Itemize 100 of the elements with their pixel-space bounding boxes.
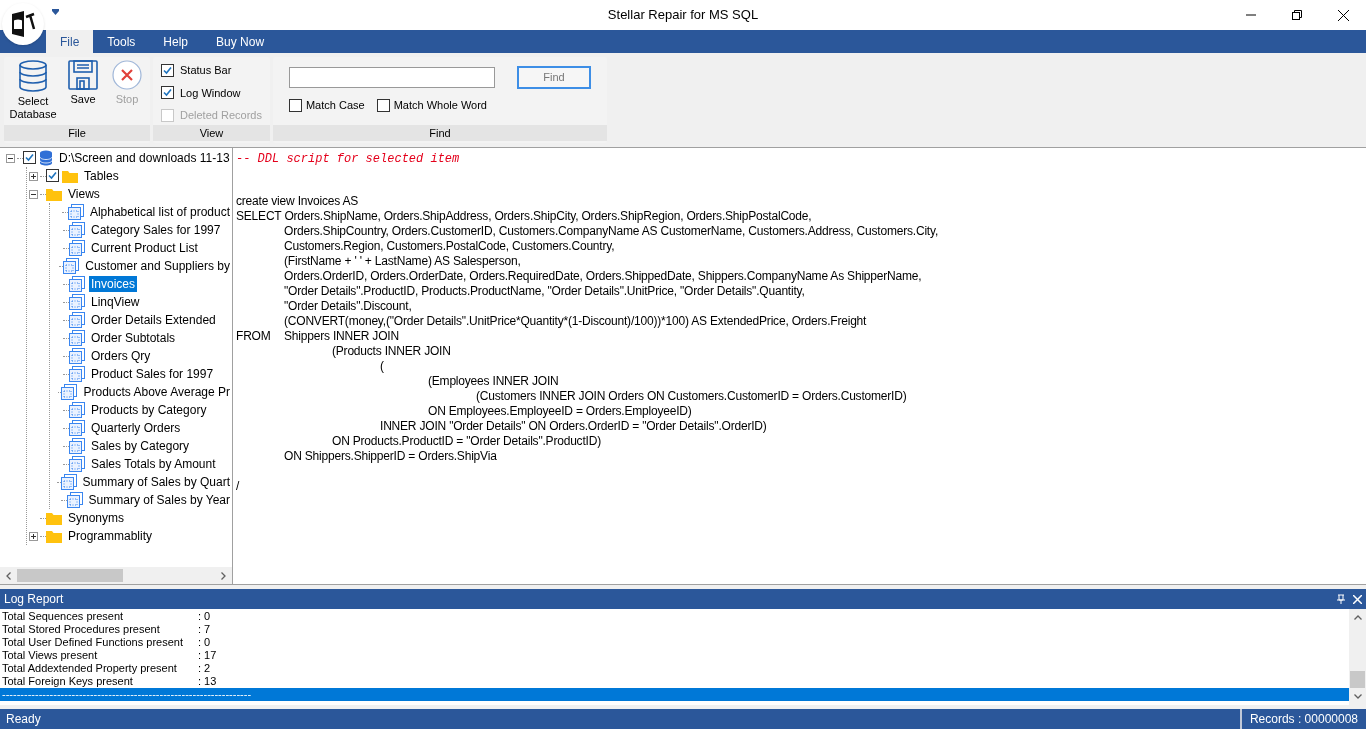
folder-icon xyxy=(62,169,78,183)
code-line: (CONVERT(money,("Order Details".UnitPrice*Quantity*(1-Discount)/100))*100) AS ExtendedPrice, Orders.Freight xyxy=(283,314,868,329)
status-records: Records : 00000008 xyxy=(1239,709,1366,729)
scroll-up-icon[interactable] xyxy=(1353,615,1362,620)
status-text: Ready xyxy=(5,711,42,728)
collapse-icon[interactable] xyxy=(29,189,38,199)
log-line: Total Views present : 17 xyxy=(1,649,218,662)
code-line: "Order Details".ProductID, Products.ProductName, "Order Details".UnitPrice, "Order Details".Quantity, xyxy=(283,284,806,299)
tree-item[interactable]: Summary of Sales by Year xyxy=(86,492,232,508)
checkbox[interactable] xyxy=(288,98,302,112)
checkbox[interactable] xyxy=(46,169,59,182)
checkbox-label: Match Whole Word xyxy=(393,98,487,113)
collapse-icon[interactable] xyxy=(6,153,15,163)
tree-item[interactable]: LinqView xyxy=(89,294,142,310)
menu-tab[interactable]: File xyxy=(46,30,94,53)
scroll-right-icon[interactable] xyxy=(221,571,226,580)
pin-icon[interactable] xyxy=(1337,594,1345,604)
tree-item[interactable]: Views xyxy=(66,186,102,202)
view-icon xyxy=(69,438,85,454)
view-icon xyxy=(66,492,83,508)
code-line: (FirstName + ' ' + LastName) AS Salesperson, xyxy=(283,254,522,269)
folder-icon xyxy=(46,187,62,201)
code-line: create view Invoices AS xyxy=(236,194,360,209)
tree-item[interactable]: Customer and Suppliers by xyxy=(83,258,232,274)
checkbox[interactable] xyxy=(376,98,390,112)
view-icon xyxy=(69,276,85,292)
tree-item[interactable]: Sales by Category xyxy=(89,438,192,454)
tree-item[interactable]: Invoices xyxy=(89,276,138,292)
ribbon-button[interactable]: Select Database xyxy=(7,60,59,125)
folder-icon xyxy=(46,511,62,525)
tree-item[interactable]: D:\Screen and downloads 11-13 xyxy=(57,150,232,166)
tree-item[interactable]: Synonyms xyxy=(66,510,127,526)
search-field[interactable] xyxy=(288,67,495,88)
horizontal-scrollbar[interactable] xyxy=(0,567,232,584)
view-icon xyxy=(69,348,85,364)
code-line: Customers.Region, Customers.PostalCode, Customers.Country, xyxy=(283,239,616,254)
code-line: ( xyxy=(379,359,385,374)
tree-item[interactable]: Quarterly Orders xyxy=(89,420,183,436)
checkbox-label: Deleted Records xyxy=(180,108,262,123)
tree-item[interactable]: Current Product List xyxy=(89,240,200,256)
view-icon xyxy=(69,312,85,328)
script-comment: -- DDL script for selected item xyxy=(236,151,461,168)
menu-tab[interactable]: Tools xyxy=(93,30,150,53)
tree-item[interactable]: Sales Totals by Amount xyxy=(89,456,218,472)
code-line: ON Products.ProductID = "Order Details".ProductID) xyxy=(331,434,602,449)
code-line: / xyxy=(236,479,241,494)
code-line: Orders.ShipCountry, Orders.CustomerID, Customers.CompanyName AS CustomerName, Customers.Address, Customers.City, xyxy=(283,224,940,239)
log-line: Total Stored Procedures present : 7 xyxy=(1,623,212,636)
checkbox[interactable] xyxy=(161,86,174,100)
vertical-scrollbar[interactable] xyxy=(1349,609,1366,705)
code-line: FROM Shippers INNER JOIN xyxy=(236,329,400,344)
tree-item[interactable]: Tables xyxy=(82,168,121,184)
close-icon[interactable] xyxy=(1353,594,1362,604)
code-line: ON Shippers.ShipperID = Orders.ShipVia xyxy=(283,449,498,464)
expand-icon[interactable] xyxy=(29,171,38,181)
restore-icon xyxy=(1292,10,1302,20)
view-icon xyxy=(67,204,84,220)
tree-item[interactable]: Alphabetical list of product xyxy=(87,204,232,220)
tree-item[interactable]: Order Details Extended xyxy=(89,312,218,328)
view-icon xyxy=(69,420,85,436)
find-button[interactable]: Find xyxy=(516,66,591,89)
tree-item[interactable]: Order Subtotals xyxy=(89,330,178,346)
view-icon xyxy=(69,402,85,418)
view-icon xyxy=(69,330,85,346)
code-line: (Products INNER JOIN xyxy=(331,344,452,359)
checkbox[interactable] xyxy=(161,63,174,77)
group-title: Find xyxy=(272,125,607,141)
view-icon xyxy=(69,294,85,310)
scroll-thumb[interactable] xyxy=(17,569,123,582)
quick-access-icon[interactable] xyxy=(52,9,59,15)
tree-item[interactable]: Programmablity xyxy=(66,528,155,544)
tree-item[interactable]: Products Above Average Pr xyxy=(81,384,232,400)
log-line: Total User Defined Functions present : 0 xyxy=(1,636,212,649)
view-icon xyxy=(61,384,78,400)
checkbox[interactable] xyxy=(23,151,36,164)
view-icon xyxy=(69,366,85,382)
code-line: "Order Details".Discount, xyxy=(283,299,413,314)
view-icon xyxy=(69,222,85,238)
checkbox-label: Log Window xyxy=(180,85,241,101)
ribbon-button[interactable]: Save xyxy=(63,60,103,125)
tree-item[interactable]: Orders Qry xyxy=(89,348,153,364)
group-title: View xyxy=(153,125,270,141)
expand-icon[interactable] xyxy=(29,531,38,541)
scroll-thumb[interactable] xyxy=(1350,671,1365,688)
tree-item[interactable]: Summary of Sales by Quart xyxy=(80,474,232,490)
scroll-down-icon[interactable] xyxy=(1353,694,1362,699)
menu-tab[interactable]: Help xyxy=(149,30,203,53)
checkbox-label: Match Case xyxy=(305,98,365,113)
tree-item[interactable]: Products by Category xyxy=(89,402,209,418)
folder-icon xyxy=(46,529,62,543)
tree-item[interactable]: Category Sales for 1997 xyxy=(89,222,223,238)
code-line: INNER JOIN "Order Details" ON Orders.OrderID = "Order Details".OrderID) xyxy=(379,419,768,434)
scroll-left-icon[interactable] xyxy=(6,571,11,580)
view-icon xyxy=(60,474,77,490)
code-line: (Customers INNER JOIN Orders ON Customers.CustomerID = Orders.CustomerID) xyxy=(475,389,908,404)
view-icon xyxy=(69,456,85,472)
menu-tab[interactable]: Buy Now xyxy=(202,30,279,53)
tree-item[interactable]: Product Sales for 1997 xyxy=(89,366,216,382)
log-line: Total Foreign Keys present : 13 xyxy=(1,675,218,688)
checkbox-label: Status Bar xyxy=(180,63,232,78)
